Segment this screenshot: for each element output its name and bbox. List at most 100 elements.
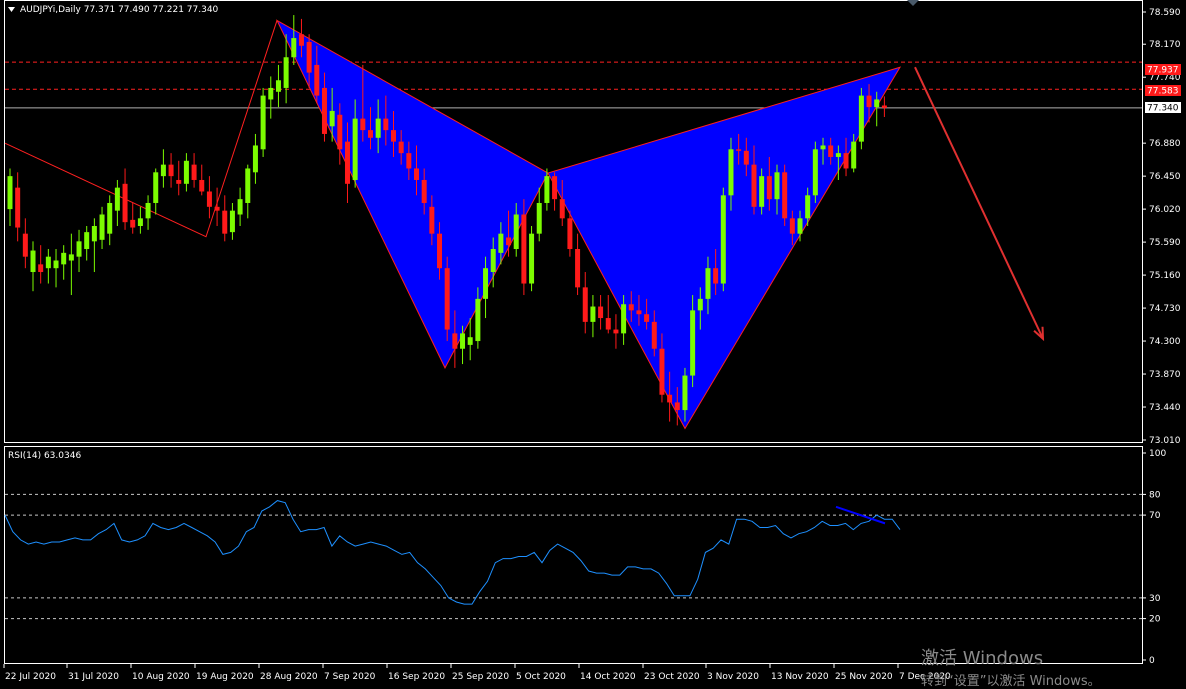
price-tick-label: 78.170 [1149, 40, 1181, 50]
candle-body [153, 172, 159, 203]
candle-body [99, 214, 105, 240]
candle-body [414, 168, 420, 180]
candle-body [728, 149, 734, 196]
candle-body [866, 95, 872, 108]
activate-windows-subtitle: 转到“设置”以激活 Windows。 [921, 674, 1101, 689]
time-tick-label: 13 Nov 2020 [771, 672, 829, 682]
candle-body [782, 172, 788, 219]
candle-body [858, 95, 864, 142]
candle-body [260, 95, 266, 150]
candle-body [145, 202, 151, 219]
candle-body [674, 402, 680, 411]
time-tick-label: 23 Oct 2020 [644, 672, 700, 682]
candle-body [229, 210, 235, 233]
candle-body [137, 218, 143, 226]
candle-body [444, 268, 450, 330]
triangle-down-icon[interactable] [8, 7, 15, 12]
candle-body [774, 172, 780, 200]
candle-body [835, 153, 841, 157]
scroll-marker-icon[interactable] [907, 0, 919, 6]
candle-body [76, 241, 82, 257]
candle-body [690, 310, 696, 376]
candle-body [421, 179, 427, 203]
candle-body [590, 306, 596, 322]
price-tick-label: 75.160 [1149, 271, 1181, 281]
candle-body [214, 206, 220, 211]
time-tick-label: 16 Sep 2020 [388, 672, 445, 682]
candle-body [398, 141, 404, 154]
candle-body [628, 304, 634, 311]
rsi-title: RSI(14) 63.0346 [8, 451, 81, 461]
candle-body [575, 249, 581, 288]
candle-body [15, 187, 21, 228]
candle-body [475, 298, 481, 342]
rsi-tick-label: 30 [1149, 594, 1161, 604]
activate-windows-title: 激活 Windows [921, 648, 1043, 669]
candle-body [38, 264, 44, 273]
candle-body [682, 375, 688, 411]
candle-body [490, 249, 496, 273]
candle-body [544, 176, 550, 203]
candle-body [789, 218, 795, 234]
candle-body [713, 268, 719, 284]
candle-body [598, 306, 604, 319]
candle-body [291, 38, 297, 58]
time-tick-label: 10 Aug 2020 [132, 672, 190, 682]
level-badge-2-text: 77.583 [1147, 87, 1179, 97]
candle-body [252, 145, 258, 173]
candle-body [582, 287, 588, 322]
candle-body [237, 199, 243, 215]
candle-body [521, 214, 527, 284]
time-tick-label: 7 Sep 2020 [324, 672, 376, 682]
rsi-tick-label: 70 [1149, 511, 1161, 521]
candle-body [452, 333, 458, 349]
price-tick-label: 73.010 [1149, 436, 1181, 446]
candle-body [130, 219, 136, 228]
candle-body [383, 118, 389, 131]
candle-body [506, 237, 512, 246]
candle-body [160, 164, 166, 177]
rsi-tick-label: 80 [1149, 490, 1161, 500]
candle-body [567, 218, 573, 250]
candle-body [314, 64, 320, 96]
candle-body [613, 329, 619, 334]
candle-body [61, 252, 67, 265]
candle-body [91, 226, 97, 242]
candle-body [437, 233, 443, 269]
candle-body [697, 298, 703, 311]
candle-body [391, 130, 396, 142]
candle-body [820, 145, 826, 150]
price-tick-label: 76.020 [1149, 205, 1181, 215]
pattern-leg-xa [4, 20, 278, 238]
time-tick-label: 31 Jul 2020 [68, 672, 119, 682]
candle-body [720, 195, 726, 284]
candle-body [751, 164, 757, 207]
candle-body [843, 153, 849, 169]
candle-body [621, 304, 627, 334]
candle-body [483, 268, 489, 299]
candle-body [743, 150, 749, 165]
candle-body [667, 394, 673, 403]
symbol-info: AUDJPYi,Daily 77.371 77.490 77.221 77.34… [20, 5, 219, 15]
candle-body [7, 176, 13, 210]
candle-body [881, 105, 887, 108]
candle-body [874, 99, 880, 108]
candle-body [529, 233, 535, 284]
candle-body [122, 183, 128, 223]
candle-body [199, 179, 205, 192]
time-tick-label: 14 Oct 2020 [580, 672, 636, 682]
candle-body [651, 321, 657, 349]
candle-body [222, 210, 228, 234]
candle-body [766, 176, 772, 200]
candle-body [360, 118, 366, 131]
candle-body [460, 333, 466, 349]
candle-body [30, 250, 36, 273]
candle-body [84, 232, 90, 250]
time-tick-label: 22 Jul 2020 [5, 672, 56, 682]
candle-body [306, 41, 312, 73]
candle-body [636, 310, 642, 315]
candle-body [68, 254, 74, 261]
candle-body [245, 168, 251, 203]
candle-body [283, 57, 289, 88]
candle-body [406, 153, 412, 169]
